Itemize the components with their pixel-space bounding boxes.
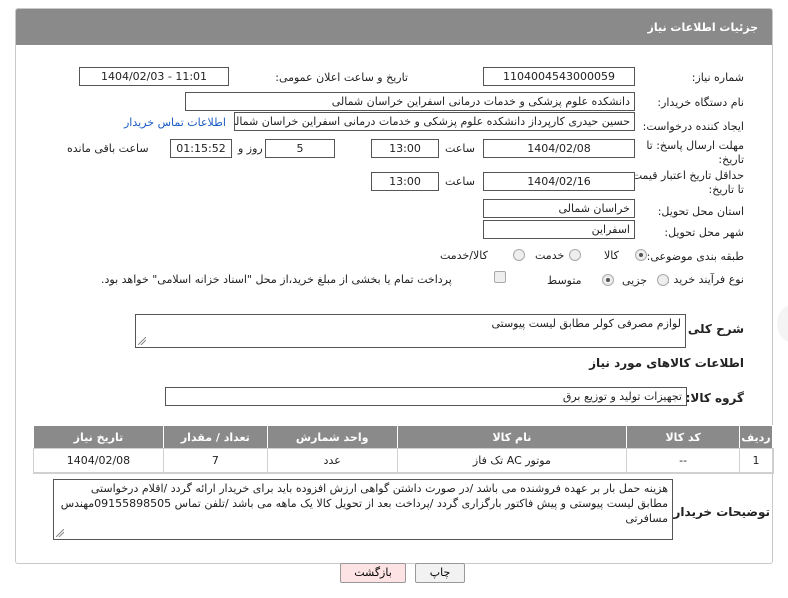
price-validity-time-label: ساعت: [445, 175, 475, 188]
resize-grip-icon[interactable]: [138, 337, 146, 345]
buyer-notes-textarea[interactable]: هزینه حمل بار بر عهده فروشنده می باشد /د…: [53, 479, 673, 540]
price-validity-time-field[interactable]: 13:00: [371, 172, 439, 191]
description-textarea[interactable]: لوازم مصرفی کولر مطابق لیست پیوستی: [135, 314, 686, 348]
category-option-goods: کالا: [604, 249, 619, 262]
col-header-need-date: تاریخ نیاز: [33, 425, 164, 449]
cell-quantity: 7: [162, 448, 268, 473]
resize-grip-icon[interactable]: [56, 529, 64, 537]
announce-label: تاریخ و ساعت اعلان عمومی:: [275, 71, 408, 84]
province-label: استان محل تحویل:: [657, 205, 744, 218]
cell-need-date: 1404/02/08: [33, 448, 164, 473]
goods-group-field[interactable]: تجهیزات تولید و توزیع برق: [165, 387, 687, 406]
col-header-quantity: تعداد / مقدار: [162, 425, 268, 449]
category-label: طبقه بندی موضوعی:: [646, 250, 744, 263]
back-button[interactable]: بازگشت: [340, 563, 406, 583]
goods-table: ردیف کد کالا نام کالا واحد شمارش تعداد /…: [32, 425, 774, 474]
buyer-org-field[interactable]: دانشکده علوم پزشکی و خدمات درمانی اسفرای…: [185, 92, 635, 111]
category-radio-goods-service[interactable]: [513, 249, 525, 261]
announce-datetime-field[interactable]: 1404/02/03 - 11:01: [79, 67, 229, 86]
deadline-time-field[interactable]: 13:00: [371, 139, 439, 158]
price-validity-label-line2: تا تاریخ:: [708, 183, 744, 196]
cell-item-code: --: [626, 448, 741, 473]
process-radio-minor[interactable]: [657, 274, 669, 286]
process-option-medium: متوسط: [547, 274, 582, 287]
category-option-goods-service: کالا/خدمت: [440, 249, 488, 262]
city-field[interactable]: اسفراین: [483, 220, 635, 239]
need-number-field[interactable]: 1104004543000059: [483, 67, 635, 86]
cell-row-number: 1: [739, 448, 773, 473]
buyer-notes-label: توضیحات خریدار:: [668, 505, 770, 519]
creator-field[interactable]: حسین حیدری کارپرداز دانشکده علوم پزشکی و…: [234, 112, 635, 131]
buyer-org-label: نام دستگاه خریدار:: [657, 96, 744, 109]
col-header-unit: واحد شمارش: [266, 425, 398, 449]
category-radio-goods[interactable]: [635, 249, 647, 261]
description-text: لوازم مصرفی کولر مطابق لیست پیوستی: [491, 317, 681, 330]
goods-group-label: گروه کالا:: [685, 391, 744, 405]
treasury-payment-checkbox[interactable]: [494, 271, 506, 283]
need-number-label: شماره نیاز:: [691, 71, 744, 84]
buyer-notes-text: هزینه حمل بار بر عهده فروشنده می باشد /د…: [60, 482, 668, 525]
col-header-item-name: نام کالا: [396, 425, 628, 449]
cell-unit: عدد: [266, 448, 398, 473]
province-field[interactable]: خراسان شمالی: [483, 199, 635, 218]
panel-header: جزئیات اطلاعات نیاز: [16, 9, 772, 45]
table-row[interactable]: 1 -- موتور AC تک فاز عدد 7 1404/02/08: [32, 447, 774, 474]
buyer-contact-link[interactable]: اطلاعات تماس خریدار: [124, 116, 226, 129]
category-radio-service[interactable]: [569, 249, 581, 261]
goods-section-title: اطلاعات کالاهای مورد نیاز: [589, 356, 744, 370]
remaining-time-field[interactable]: 01:15:52: [170, 139, 232, 158]
price-validity-date-field[interactable]: 1404/02/16: [483, 172, 635, 191]
days-remaining-field[interactable]: 5: [265, 139, 335, 158]
goods-table-header-row: ردیف کد کالا نام کالا واحد شمارش تعداد /…: [33, 425, 773, 449]
creator-label: ایجاد کننده درخواست:: [642, 120, 744, 133]
col-header-row-number: ردیف: [739, 425, 773, 449]
print-button[interactable]: چاپ: [415, 563, 465, 583]
deadline-time-label: ساعت: [445, 142, 475, 155]
city-label: شهر محل تحویل:: [664, 226, 744, 239]
remaining-time-label: ساعت باقی مانده: [67, 142, 149, 155]
col-header-item-code: کد کالا: [626, 425, 741, 449]
price-validity-label-line1: حداقل تاریخ اعتبار قیمت:: [628, 169, 744, 182]
process-label: نوع فرآیند خرید :: [666, 273, 744, 286]
category-option-service: خدمت: [535, 249, 565, 262]
process-radio-medium[interactable]: [602, 274, 614, 286]
deadline-label-line2: تاریخ:: [718, 153, 744, 166]
deadline-date-field[interactable]: 1404/02/08: [483, 139, 635, 158]
treasury-payment-note: پرداخت تمام یا بخشی از مبلغ خرید،از محل …: [101, 273, 452, 286]
process-option-minor: جزیی: [622, 274, 648, 287]
cell-item-name: موتور AC تک فاز: [396, 448, 628, 473]
days-label: روز و: [238, 142, 263, 155]
deadline-label-line1: مهلت ارسال پاسخ: تا: [646, 139, 744, 152]
